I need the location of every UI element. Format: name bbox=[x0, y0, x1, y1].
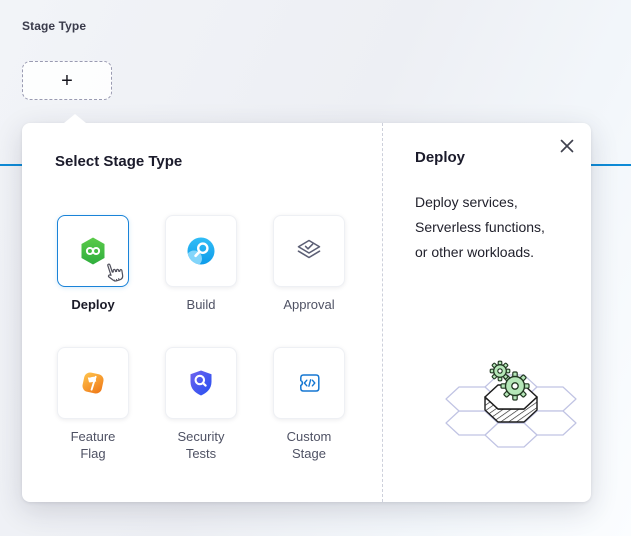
stage-cell-feature-flag: Feature Flag bbox=[57, 347, 129, 462]
stage-type-list-pane: Select Stage Type bbox=[22, 123, 382, 502]
stage-label-feature-flag: Feature Flag bbox=[57, 428, 129, 462]
deploy-cd-icon bbox=[77, 235, 109, 267]
stage-label-security-tests: Security Tests bbox=[165, 428, 237, 462]
stage-label-approval: Approval bbox=[283, 296, 334, 313]
build-ci-icon bbox=[185, 235, 217, 267]
stage-label-deploy: Deploy bbox=[71, 296, 114, 313]
approval-icon bbox=[293, 235, 325, 267]
stage-label-custom-stage: Custom Stage bbox=[273, 428, 345, 462]
stage-card-build[interactable] bbox=[165, 215, 237, 287]
select-stage-type-popover: Select Stage Type bbox=[22, 123, 591, 502]
stage-detail-pane: Deploy Deploy services, Serverless funct… bbox=[382, 123, 591, 502]
stage-detail-description: Deploy services, Serverless functions, o… bbox=[415, 190, 595, 265]
popover-title: Select Stage Type bbox=[55, 153, 182, 170]
stage-cell-approval: Approval bbox=[273, 215, 345, 313]
stage-card-security-tests[interactable] bbox=[165, 347, 237, 419]
stage-detail-title: Deploy bbox=[415, 149, 465, 166]
stage-cell-security-tests: Security Tests bbox=[165, 347, 237, 462]
custom-stage-icon bbox=[293, 367, 325, 399]
stage-type-grid: Deploy bbox=[57, 215, 345, 462]
stage-type-label: Stage Type bbox=[22, 19, 86, 33]
stage-cell-build: Build bbox=[165, 215, 237, 313]
deploy-hexagons-illustration bbox=[431, 355, 591, 455]
stage-card-feature-flag[interactable] bbox=[57, 347, 129, 419]
security-tests-icon bbox=[185, 367, 217, 399]
stage-cell-custom-stage: Custom Stage bbox=[273, 347, 345, 462]
pipeline-stage-canvas: Stage Type + Select Stage Type bbox=[0, 0, 631, 536]
stage-label-build: Build bbox=[187, 296, 216, 313]
popover-arrow bbox=[64, 114, 86, 123]
close-icon bbox=[560, 139, 574, 153]
add-stage-button[interactable]: + bbox=[22, 61, 112, 100]
close-popover-button[interactable] bbox=[557, 136, 577, 156]
stage-card-deploy[interactable] bbox=[57, 215, 129, 287]
feature-flag-icon bbox=[77, 367, 109, 399]
stage-card-custom-stage[interactable] bbox=[273, 347, 345, 419]
stage-cell-deploy: Deploy bbox=[57, 215, 129, 313]
plus-icon: + bbox=[61, 70, 73, 92]
stage-card-approval[interactable] bbox=[273, 215, 345, 287]
